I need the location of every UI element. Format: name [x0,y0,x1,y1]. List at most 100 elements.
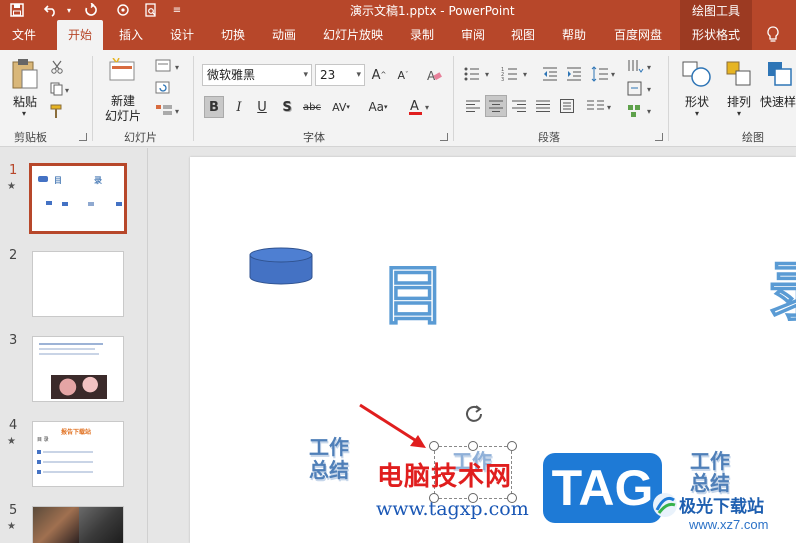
arrange-icon[interactable] [722,58,756,90]
justify-icon[interactable] [534,96,552,116]
work-summary-right-line2[interactable]: 总结 [690,472,730,494]
bold-button[interactable]: B [204,96,224,118]
font-color-button[interactable]: A ▾ [406,96,434,118]
paste-icon[interactable] [8,56,42,92]
increase-font-size-icon[interactable]: A ^ [370,66,388,84]
slide-thumbnail-1[interactable]: 目 录 [29,163,127,234]
resize-handle[interactable] [468,441,478,451]
slide-thumbnail-3[interactable] [32,336,124,402]
distributed-icon[interactable] [558,96,576,116]
font-name-value: 微软雅黑 [207,68,256,82]
section-icon[interactable]: ▾ [154,102,184,118]
paragraph-launcher-icon[interactable] [655,133,663,141]
slide-number: 2 [9,248,18,263]
tab-file[interactable]: 文件 [4,20,44,50]
svg-text:▾: ▾ [485,70,489,79]
work-summary-left-line1[interactable]: 工作 [309,436,349,458]
slide-thumbnail-4[interactable]: 报告下载站 目 录 [32,421,124,487]
align-left-icon[interactable] [464,96,482,116]
align-center-icon[interactable] [485,95,507,117]
text-direction-icon[interactable]: ▾ [626,58,656,76]
new-slide-label-2[interactable]: 幻灯片 [98,107,148,124]
work-summary-left-line2[interactable]: 总结 [309,459,349,481]
tab-transitions[interactable]: 切换 [213,20,253,50]
tab-baidu-netdisk[interactable]: 百度网盘 [605,20,671,50]
redo-icon[interactable] [80,1,102,19]
line-spacing-icon[interactable]: ▾ [590,64,620,84]
font-name-dropdown[interactable]: 微软雅黑 ▾ [202,64,312,86]
tab-record[interactable]: 录制 [400,20,444,50]
tab-animations[interactable]: 动画 [264,20,304,50]
cut-icon[interactable] [48,58,66,76]
tell-me-bulb-icon[interactable] [766,26,782,44]
slide-thumbnail-5[interactable] [32,506,124,543]
thumb-shape [46,201,52,205]
ribbon-separator [668,56,669,141]
resize-handle[interactable] [507,441,517,451]
increase-indent-icon[interactable] [564,64,584,84]
slide-thumbnail-2[interactable] [32,251,124,317]
slide-title-char-mu[interactable]: 目 [380,261,446,333]
align-right-icon[interactable] [510,96,528,116]
bullets-icon[interactable]: ▾ [462,64,496,84]
decrease-font-size-icon[interactable]: Aˇ [394,66,412,84]
svg-text:▾: ▾ [65,86,69,95]
cylinder-shape[interactable] [249,247,313,285]
clipboard-launcher-icon[interactable] [79,133,87,141]
new-slide-icon[interactable] [106,56,140,86]
save-icon[interactable] [6,1,28,19]
print-preview-icon[interactable] [140,1,162,19]
svg-text:▾: ▾ [425,103,429,112]
strikethrough-button[interactable]: abc [301,96,323,118]
tab-design[interactable]: 设计 [162,20,202,50]
shapes-dropdown-icon[interactable]: ▾ [691,108,703,118]
quick-styles-icon[interactable] [764,58,796,90]
character-spacing-button[interactable]: AV ▾ [326,96,356,118]
tab-home[interactable]: 开始 [57,20,103,50]
reset-icon[interactable] [154,80,172,96]
format-painter-icon[interactable] [48,102,66,120]
quick-styles-label[interactable]: 快速样 [760,93,796,110]
thumb-bullet [37,470,41,474]
watermark-jiguang-name: 极光下载站 [679,497,764,517]
undo-dropdown-icon[interactable]: ▾ [58,1,80,19]
thumb-photo [79,507,123,543]
tab-shape-format[interactable]: 形状格式 [680,20,752,50]
rotate-handle-icon[interactable] [463,403,485,425]
tab-insert[interactable]: 插入 [109,20,153,50]
italic-button[interactable]: I [230,96,248,118]
tab-help[interactable]: 帮助 [554,20,594,50]
tab-review[interactable]: 审阅 [453,20,493,50]
decrease-indent-icon[interactable] [540,64,560,84]
smartart-icon[interactable]: ▾ [626,102,656,120]
clear-formatting-icon[interactable]: A [424,66,444,84]
customize-icon[interactable]: ≡ [166,1,188,19]
thumb-text: 录 [94,176,102,185]
arrange-dropdown-icon[interactable]: ▾ [733,108,745,118]
svg-text:▾: ▾ [647,63,651,72]
svg-text:A: A [410,99,419,114]
tab-slideshow[interactable]: 幻灯片放映 [315,20,391,50]
columns-icon[interactable]: ▾ [586,96,616,116]
shapes-icon[interactable] [680,58,714,90]
align-text-icon[interactable]: ▾ [626,80,656,98]
red-arrow-annotation [356,402,432,452]
slide-title-char-lu[interactable]: 录 [767,257,796,329]
numbering-icon[interactable]: 1 2 3 ▾ [500,64,534,84]
underline-button[interactable]: U [253,96,271,118]
layout-icon[interactable]: ▾ [154,58,184,74]
slide-number: 4 [9,418,18,433]
paste-dropdown-icon[interactable]: ▾ [18,108,30,118]
work-summary-right-line1[interactable]: 工作 [690,450,730,472]
thumb-shape [62,202,68,206]
touch-mode-icon[interactable] [112,1,134,19]
ribbon-tabs: 文件 开始 插入 设计 切换 动画 幻灯片放映 录制 审阅 视图 帮助 百度网盘… [0,20,796,50]
font-size-dropdown[interactable]: 23 ▾ [315,64,365,86]
slide-number: 3 [9,333,18,348]
text-shadow-button[interactable]: S [278,96,296,118]
copy-icon[interactable]: ▾ [48,80,74,98]
font-launcher-icon[interactable] [440,133,448,141]
change-case-button[interactable]: Aa ▾ [362,96,394,118]
drawing-tools-context-label: 绘图工具 [680,0,752,20]
tab-view[interactable]: 视图 [503,20,543,50]
